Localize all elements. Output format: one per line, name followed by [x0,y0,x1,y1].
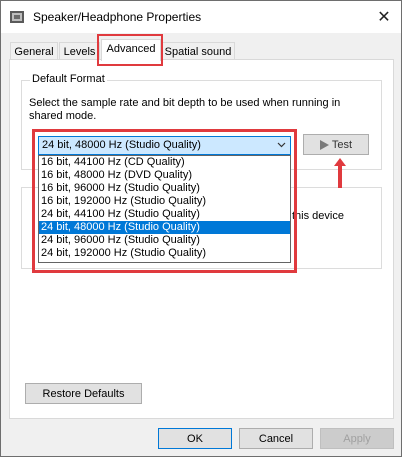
ok-label: OK [187,432,203,445]
close-icon: ✕ [377,9,391,26]
speaker-icon [10,11,24,23]
highlight-frame-dropdown [32,129,297,273]
restore-defaults-button[interactable]: Restore Defaults [25,383,142,404]
apply-label: Apply [343,432,371,445]
properties-window: Speaker/Headphone Properties ✕ General L… [0,0,402,457]
exclusive-mode-text: this device [292,210,344,222]
tab-label: Spatial sound [164,46,232,58]
cancel-label: Cancel [258,432,294,445]
restore-defaults-label: Restore Defaults [42,387,125,400]
close-button[interactable]: ✕ [367,1,401,33]
default-format-title: Default Format [30,73,107,85]
title-bar: Speaker/Headphone Properties ✕ [1,1,401,33]
cancel-button[interactable]: Cancel [239,428,313,449]
window-title: Speaker/Headphone Properties [33,10,202,24]
default-format-description: Select the sample rate and bit depth to … [29,97,341,122]
test-button[interactable]: Test [303,134,369,155]
highlight-frame-tab [97,34,163,66]
apply-button: Apply [320,428,394,449]
play-icon [319,139,329,150]
tab-label: General [14,46,54,58]
test-label: Test [331,138,353,151]
up-arrow-icon [334,158,346,188]
tab-label: Levels [63,46,96,58]
ok-button[interactable]: OK [158,428,232,449]
